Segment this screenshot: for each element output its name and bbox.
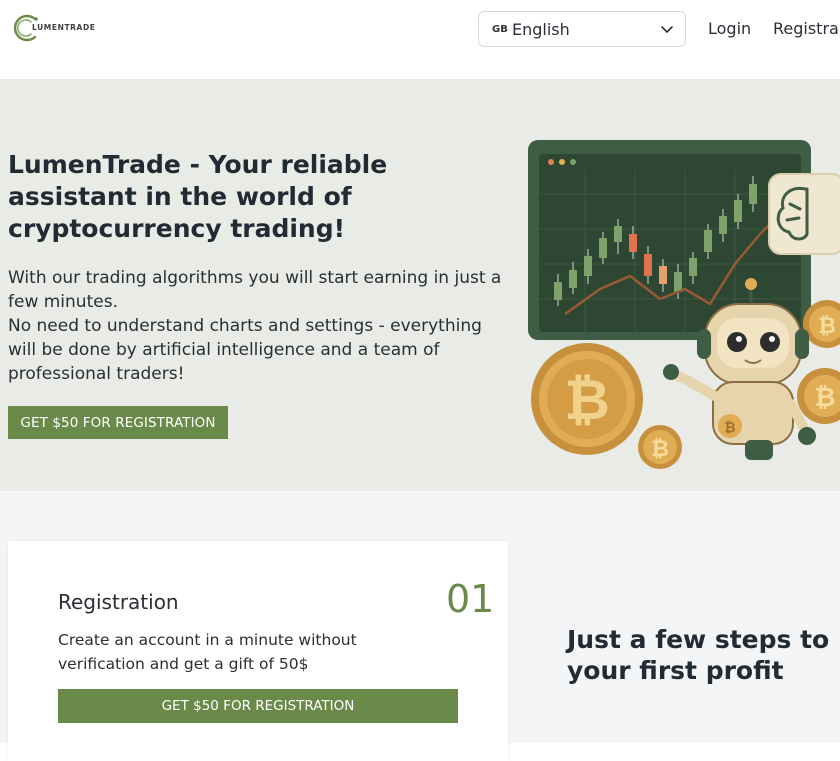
language-select[interactable]: GB English xyxy=(478,11,686,47)
chevron-down-icon xyxy=(661,26,673,33)
step-number: 01 xyxy=(446,577,495,621)
robot-bitcoin-chart-illustration: ₿ ₿ ₿ ₿ ₿ xyxy=(528,140,840,469)
language-code: GB xyxy=(492,24,508,35)
svg-text:₿: ₿ xyxy=(564,368,610,433)
hero-register-button[interactable]: GET $50 FOR REGISTRATION xyxy=(8,406,228,439)
hero-section: LumenTrade - Your reliable assistant in … xyxy=(0,79,840,491)
svg-text:₿: ₿ xyxy=(818,314,836,339)
language-label: English xyxy=(512,20,570,39)
login-link[interactable]: Login xyxy=(708,19,751,38)
steps-section: Registration 01 Create an account in a m… xyxy=(0,491,840,761)
svg-text:₿: ₿ xyxy=(651,437,669,462)
step-title: Registration xyxy=(58,590,179,614)
step-card-registration: Registration 01 Create an account in a m… xyxy=(8,541,508,761)
hero-paragraph-2: No need to understand charts and setting… xyxy=(8,316,482,384)
logo-text: LUMENTRADE xyxy=(32,23,96,32)
hero-description: With our trading algorithms you will sta… xyxy=(8,266,508,386)
step-description: Create an account in a minute without ve… xyxy=(58,631,357,673)
hero-title: LumenTrade - Your reliable assistant in … xyxy=(8,150,388,243)
site-header: LUMENTRADE GB English Login Registra xyxy=(0,0,840,78)
step-register-button[interactable]: GET $50 FOR REGISTRATION xyxy=(58,689,458,723)
brand-logo[interactable]: LUMENTRADE xyxy=(10,11,100,45)
register-link[interactable]: Registra xyxy=(773,19,839,38)
hero-paragraph-1: With our trading algorithms you will sta… xyxy=(8,268,502,312)
svg-text:₿: ₿ xyxy=(724,420,735,436)
svg-text:₿: ₿ xyxy=(814,383,835,413)
steps-heading: Just a few steps to your first profit xyxy=(567,625,830,685)
